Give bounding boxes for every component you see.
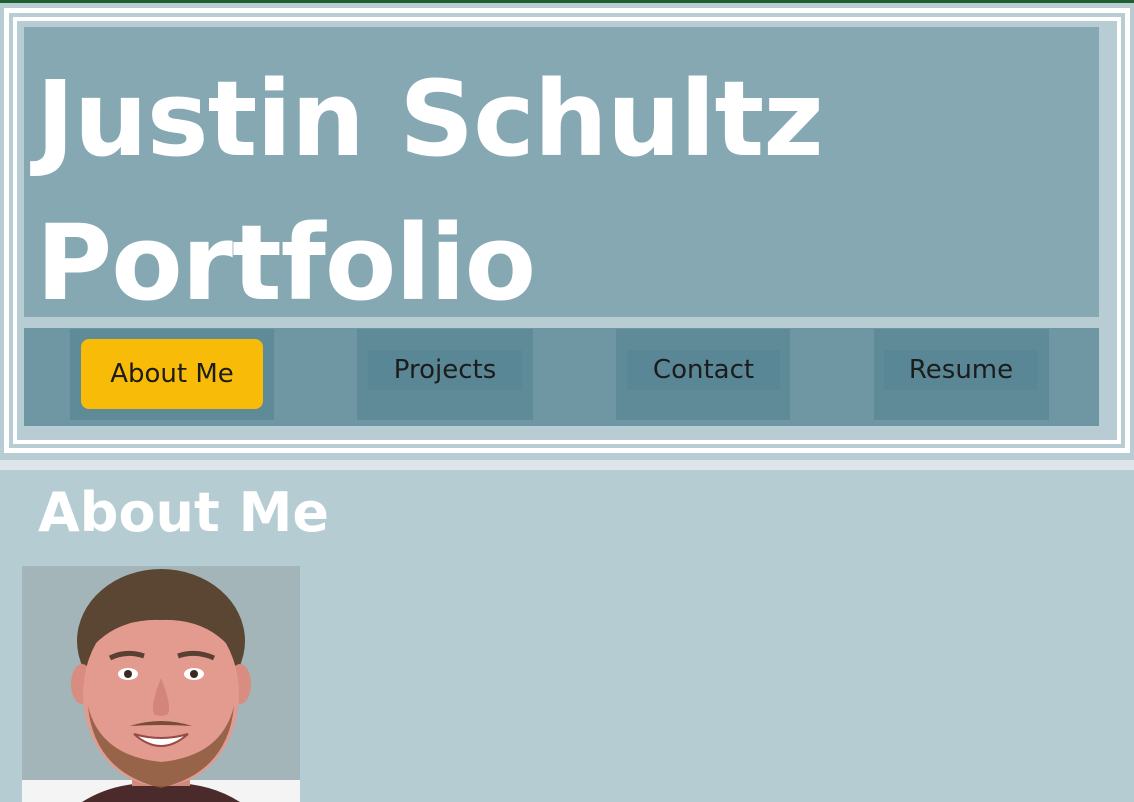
main-nav: About Me Projects Contact Resume xyxy=(24,328,1099,426)
nav-contact-button[interactable]: Contact xyxy=(627,350,780,390)
profile-photo-illustration xyxy=(22,566,300,802)
site-header: Justin Schultz Portfolio About Me Projec… xyxy=(0,3,1134,460)
section-title-about: About Me xyxy=(38,481,329,544)
title-panel: Justin Schultz Portfolio xyxy=(24,27,1099,324)
site-title-line-2: Portfolio xyxy=(36,202,536,324)
header-frame-inner: Justin Schultz Portfolio About Me Projec… xyxy=(13,17,1121,444)
site-title-line-1: Justin Schultz xyxy=(36,58,824,180)
header-frame-outer: Justin Schultz Portfolio About Me Projec… xyxy=(4,8,1130,453)
nav-about-me-button[interactable]: About Me xyxy=(81,339,263,409)
nav-resume-button[interactable]: Resume xyxy=(884,350,1038,390)
content-separator xyxy=(0,460,1134,470)
nav-projects-button[interactable]: Projects xyxy=(368,350,522,390)
profile-photo xyxy=(22,566,300,802)
site-title: Justin Schultz Portfolio xyxy=(36,47,824,335)
